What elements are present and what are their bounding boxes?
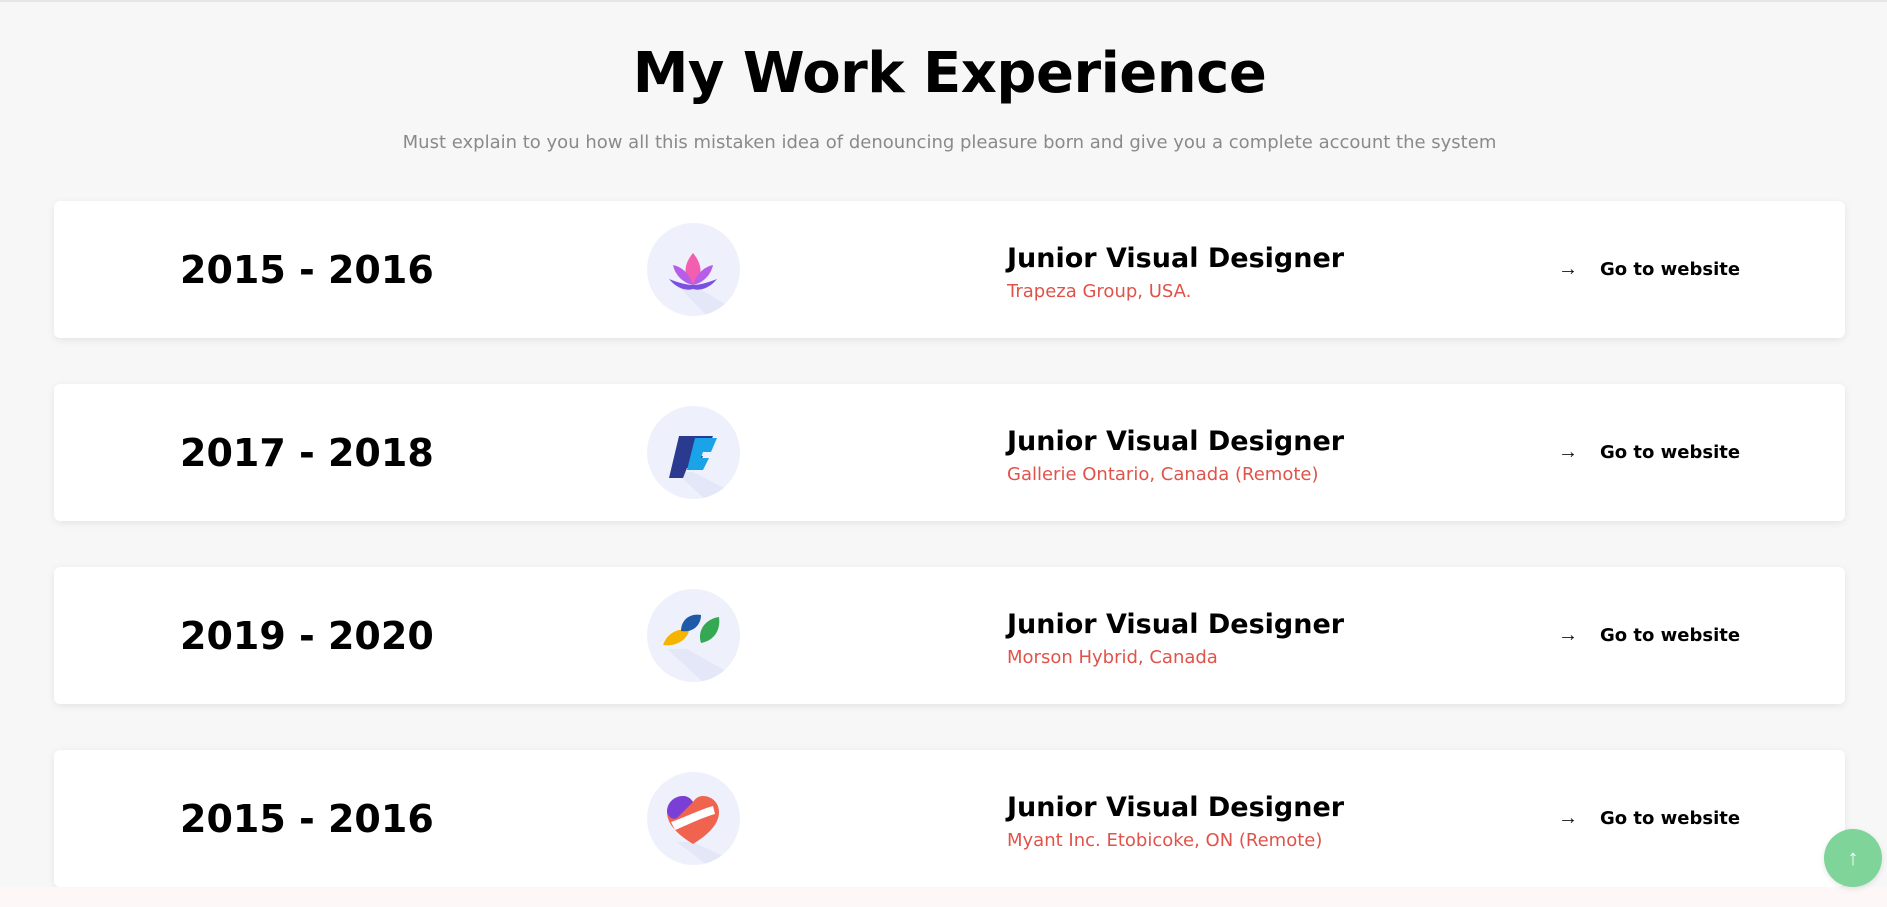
go-to-website-link[interactable]: → Go to website (1558, 201, 1740, 338)
experience-card: 2015 - 2016 Junior Visual Designer Trape… (54, 201, 1845, 338)
arrow-up-icon: ↑ (1847, 845, 1859, 870)
link-label: Go to website (1600, 625, 1741, 646)
back-to-top-button[interactable]: ↑ (1824, 829, 1882, 887)
company-name: Trapeza Group, USA. (1007, 281, 1192, 302)
experience-years: 2019 - 2020 (180, 613, 434, 658)
experience-info: Junior Visual Designer Myant Inc. Etobic… (1007, 792, 1344, 852)
heart-logo-icon (647, 772, 740, 865)
experience-info: Junior Visual Designer Trapeza Group, US… (1007, 243, 1344, 303)
job-title: Junior Visual Designer (1007, 609, 1345, 640)
company-name: Gallerie Ontario, Canada (Remote) (1007, 464, 1319, 485)
experience-years: 2015 - 2016 (180, 796, 434, 841)
job-title: Junior Visual Designer (1007, 243, 1345, 274)
experience-info: Junior Visual Designer Gallerie Ontario,… (1007, 426, 1344, 486)
go-to-website-link[interactable]: → Go to website (1558, 384, 1740, 521)
company-name: Myant Inc. Etobicoke, ON (Remote) (1007, 830, 1323, 851)
top-divider (0, 0, 1887, 2)
experience-card: 2019 - 2020 Junior Visual Designer Morso… (54, 567, 1845, 704)
f-letter-logo-icon (647, 406, 740, 499)
arrow-right-icon: → (1558, 258, 1578, 280)
experience-info: Junior Visual Designer Morson Hybrid, Ca… (1007, 609, 1344, 669)
link-label: Go to website (1600, 808, 1741, 829)
link-label: Go to website (1600, 442, 1741, 463)
arrow-right-icon: → (1558, 441, 1578, 463)
job-title: Junior Visual Designer (1007, 426, 1345, 457)
experience-card: 2017 - 2018 Junior Visual Designer Galle… (54, 384, 1845, 521)
go-to-website-link[interactable]: → Go to website (1558, 567, 1740, 704)
experience-card: 2015 - 2016 Junior Visual Designer Myant… (54, 750, 1845, 887)
experience-years: 2015 - 2016 (180, 247, 434, 292)
arrow-right-icon: → (1558, 807, 1578, 829)
lotus-logo-icon (647, 223, 740, 316)
go-to-website-link[interactable]: → Go to website (1558, 750, 1740, 887)
leaves-logo-icon (647, 589, 740, 682)
page-subtitle: Must explain to you how all this mistake… (402, 132, 1497, 153)
company-name: Morson Hybrid, Canada (1007, 647, 1218, 668)
experience-years: 2017 - 2018 (180, 430, 434, 475)
link-label: Go to website (1600, 259, 1741, 280)
arrow-right-icon: → (1558, 624, 1578, 646)
experience-list: 2015 - 2016 Junior Visual Designer Trape… (54, 201, 1845, 907)
footer-band (0, 887, 1887, 907)
job-title: Junior Visual Designer (1007, 792, 1345, 823)
page-title: My Work Experience (632, 41, 1267, 106)
